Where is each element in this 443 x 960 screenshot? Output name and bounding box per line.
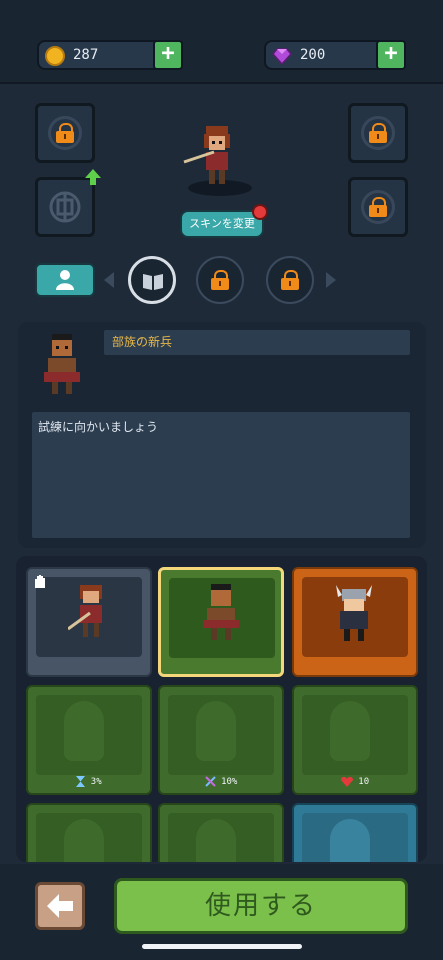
hero-sprite [183, 126, 230, 184]
glove-icon [35, 575, 45, 588]
add-gems-button[interactable]: + [376, 40, 406, 70]
back-button[interactable] [35, 882, 85, 930]
locked-silhouette [64, 819, 104, 862]
gem-counter: 200 + [264, 40, 406, 70]
up-arrow-icon [85, 169, 101, 185]
top-bar: 287 + 200 + [0, 0, 443, 84]
character-name: 部族の新兵 [104, 330, 410, 355]
coin-value: 287 [73, 47, 99, 63]
lock-icon [56, 123, 74, 143]
lock-icon [281, 270, 299, 290]
locked-silhouette [330, 819, 370, 862]
use-button[interactable]: 使用する [114, 878, 408, 934]
person-icon [56, 270, 74, 290]
character-description: 試練に向かいましょう [32, 412, 410, 538]
character-card-locked[interactable]: 10 [292, 685, 418, 795]
book-icon [143, 274, 163, 290]
character-sprite [336, 585, 372, 641]
emblem-icon [49, 191, 81, 223]
hourglass-icon [76, 776, 86, 787]
lock-icon [211, 270, 229, 290]
prev-arrow-icon[interactable] [104, 272, 114, 288]
unlock-condition: 10% [160, 776, 282, 787]
character-card[interactable] [26, 567, 152, 677]
change-skin-button[interactable]: スキンを変更 [180, 204, 268, 238]
tab-character[interactable] [35, 263, 95, 297]
unlock-condition: 3% [28, 776, 150, 787]
locked-silhouette [196, 701, 236, 761]
character-card-locked[interactable] [292, 803, 418, 862]
home-indicator [142, 944, 302, 949]
equipment-slot-bottom-left[interactable] [35, 169, 101, 237]
unlock-condition: 10 [294, 776, 416, 787]
character-card-selected[interactable] [158, 567, 284, 677]
character-sprite [203, 584, 239, 640]
lock-icon [369, 123, 387, 143]
tab-locked-2[interactable] [266, 256, 314, 304]
locked-silhouette [64, 701, 104, 761]
gem-value: 200 [300, 47, 326, 63]
scroll-icon [204, 776, 216, 787]
gem-icon [272, 48, 292, 66]
next-arrow-icon[interactable] [326, 272, 336, 288]
character-card-locked[interactable] [158, 803, 284, 862]
lock-icon [369, 197, 387, 217]
character-card[interactable] [292, 567, 418, 677]
add-coins-button[interactable]: + [153, 40, 183, 70]
equipment-slot-bottom-right[interactable] [348, 177, 408, 237]
character-card-locked[interactable] [26, 803, 152, 862]
character-card-locked[interactable]: 10% [158, 685, 284, 795]
character-portrait [44, 334, 80, 394]
heart-icon [340, 776, 353, 787]
character-grid: 3% 10% 10 [16, 556, 427, 862]
character-sprite [68, 585, 102, 637]
tab-locked-1[interactable] [196, 256, 244, 304]
equipment-slot-top-left[interactable] [35, 103, 95, 163]
tab-book[interactable] [128, 256, 176, 304]
locked-silhouette [196, 819, 236, 862]
notification-dot [252, 204, 268, 220]
equipment-slot-top-right[interactable] [348, 103, 408, 163]
coin-counter: 287 + [37, 40, 183, 70]
coin-icon [45, 46, 65, 66]
arrow-left-icon [47, 894, 73, 918]
character-card-locked[interactable]: 3% [26, 685, 152, 795]
locked-silhouette [330, 701, 370, 761]
